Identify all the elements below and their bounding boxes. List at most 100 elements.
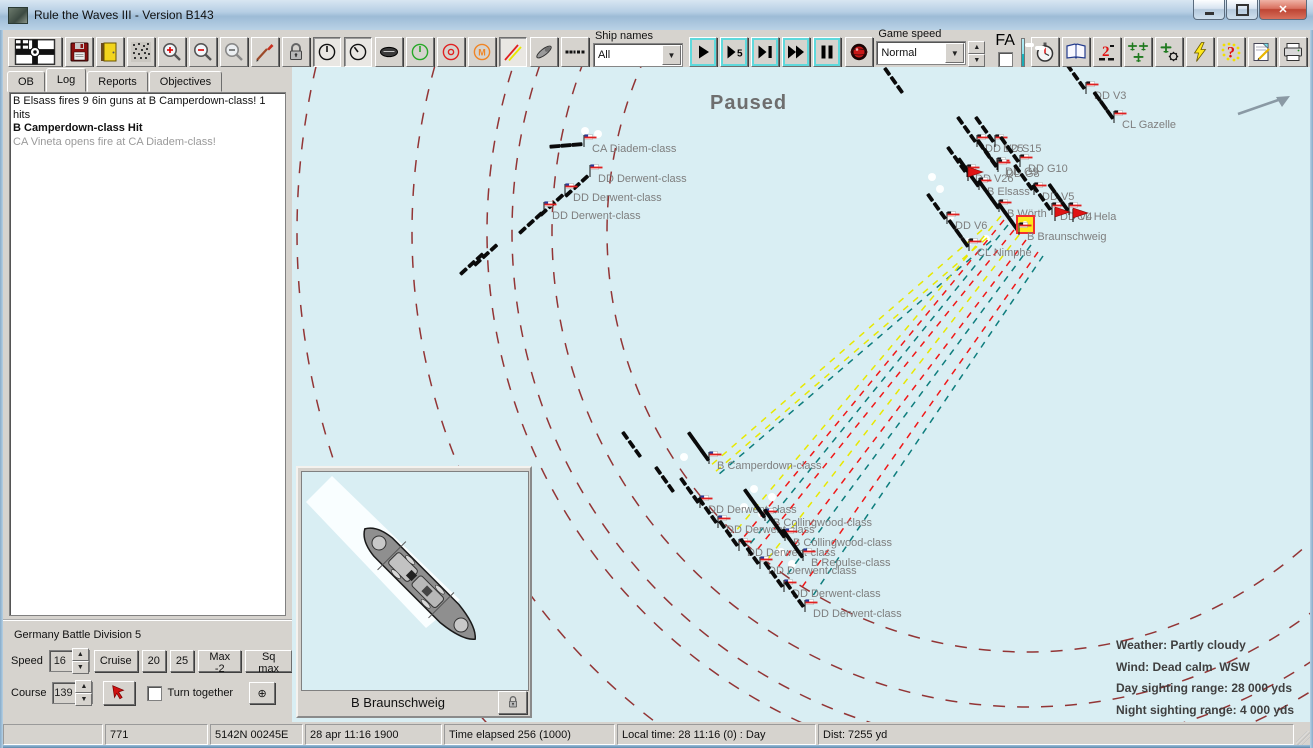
ship-label: B Elsass — [987, 186, 1030, 198]
turn-together-checkbox[interactable] — [147, 685, 163, 701]
tab-objectives[interactable]: Objectives — [148, 71, 223, 92]
ship-label: DD Derwent-class — [598, 173, 687, 185]
course-spinner[interactable]: 139 ▲ ▼ — [52, 680, 94, 706]
pause-icon — [815, 40, 839, 64]
pause-button[interactable] — [813, 37, 842, 67]
timer-button[interactable] — [1031, 37, 1060, 67]
speed-button-25[interactable]: 25 — [169, 650, 195, 672]
retreat-button[interactable] — [1093, 37, 1122, 67]
smoke-puff — [768, 493, 776, 501]
resize-grip[interactable] — [1296, 731, 1310, 745]
zoom-out-button[interactable] — [189, 37, 217, 67]
play-step-button[interactable] — [751, 37, 780, 67]
track-dots-toggle[interactable] — [561, 37, 590, 67]
ship-label: CL Gazelle — [1122, 119, 1176, 131]
weather-view-button[interactable] — [1020, 38, 1046, 67]
shell-splash-toggle[interactable] — [530, 37, 559, 67]
play-5-button[interactable] — [720, 37, 749, 67]
close-button[interactable]: ✕ — [1259, 0, 1307, 20]
target-sphere-icon[interactable] — [845, 37, 874, 67]
dropdown-arrow-icon[interactable]: ▼ — [661, 45, 681, 65]
circletilt-icon — [346, 40, 370, 64]
smoke-puff — [936, 185, 944, 193]
lock-view-button[interactable] — [282, 37, 310, 67]
ship-label: DD Derwent-class — [813, 608, 902, 620]
speed-button-20[interactable]: 20 — [141, 650, 166, 672]
weather-line: Day sighting range: 28 000 yds — [1115, 681, 1293, 695]
fast-forward-button[interactable] — [782, 37, 811, 67]
set-course-button[interactable] — [103, 681, 136, 705]
maximize-icon — [1235, 3, 1249, 16]
ship-inset-view — [301, 471, 529, 691]
book-icon — [1064, 40, 1088, 64]
fa-checkbox[interactable] — [997, 52, 1013, 67]
exit-door-button[interactable] — [96, 37, 124, 67]
signal-button[interactable] — [127, 37, 155, 67]
speed-button-cruise[interactable]: Cruise — [93, 650, 138, 672]
title-bar[interactable]: Rule the Waves III - Version B143 ✕ — [0, 0, 1313, 31]
weather-line: Weather: Partly cloudy — [1115, 638, 1246, 652]
ship-label: DD Derwent-class — [726, 524, 815, 536]
ellipse-icon — [377, 40, 401, 64]
play5-icon — [722, 40, 746, 64]
status-cell-id: 771 — [105, 724, 208, 745]
shell-tracer-toggle[interactable] — [499, 37, 528, 67]
app-window: Rule the Waves III - Version B143 ✕ Ship… — [0, 0, 1313, 748]
ship-top-view — [363, 527, 476, 640]
dropdown-arrow-icon[interactable]: ▼ — [945, 43, 965, 63]
flag-icon — [12, 39, 58, 65]
question-icon — [1219, 40, 1243, 64]
ship-label: CA Diadem-class — [592, 143, 677, 155]
help-button[interactable] — [1217, 37, 1246, 67]
circlegreen-icon — [408, 40, 432, 64]
ship-label: DD Derwent-class — [768, 565, 857, 577]
tab-log[interactable]: Log — [45, 68, 87, 92]
ship-names-label: Ship names — [594, 30, 654, 42]
battle-log[interactable]: B Elsass fires 9 6in guns at B Camperdow… — [9, 92, 286, 616]
tab-reports[interactable]: Reports — [87, 71, 148, 92]
compass-button[interactable]: ⊕ — [249, 682, 276, 704]
maggray-icon — [222, 40, 246, 64]
bearing-circle-toggle[interactable] — [344, 37, 373, 67]
smoke-puff — [928, 173, 936, 181]
damage-button[interactable] — [1186, 37, 1215, 67]
save-button[interactable] — [65, 37, 93, 67]
fa-block: FA — [995, 32, 1015, 67]
main-gun-range-toggle[interactable] — [468, 37, 497, 67]
red-range-toggle[interactable] — [437, 37, 466, 67]
close-icon: ✕ — [1278, 4, 1288, 16]
dither-icon — [129, 40, 153, 64]
brush-icon — [253, 40, 277, 64]
draw-tool-button[interactable] — [251, 37, 279, 67]
zoom-reset-button[interactable] — [220, 37, 248, 67]
torpedo-toggle[interactable] — [375, 37, 404, 67]
planes-icon — [1126, 40, 1150, 64]
minimize-button[interactable] — [1193, 0, 1225, 20]
window-border — [0, 30, 3, 748]
log-book-button[interactable] — [1062, 37, 1091, 67]
play-button[interactable] — [689, 37, 718, 67]
maximize-button[interactable] — [1226, 0, 1258, 20]
lightning-icon — [1188, 40, 1212, 64]
range-circle-toggle[interactable] — [313, 37, 342, 67]
ship-label: CL Nimphe — [977, 247, 1032, 259]
status-cell-position: 5142N 00245E — [210, 724, 303, 745]
speed-label: Speed — [11, 655, 43, 667]
notes-button[interactable] — [1248, 37, 1277, 67]
air-formation-button[interactable] — [1124, 37, 1153, 67]
ship-names-dropdown[interactable]: All ▼ — [592, 43, 683, 67]
zoom-in-button[interactable] — [158, 37, 186, 67]
log-line: B Elsass fires 9 6in guns at B Camperdow… — [13, 95, 266, 121]
green-range-toggle[interactable] — [406, 37, 435, 67]
speed-button-max-2[interactable]: Max -2 — [198, 650, 242, 675]
air-ops-button[interactable] — [1155, 37, 1184, 67]
status-cell-date: 28 apr 11:16 1900 — [305, 724, 442, 745]
speed-spinner[interactable]: 16 ▲ ▼ — [48, 648, 90, 674]
speed-button-sq-max[interactable]: Sq max — [245, 650, 292, 675]
print-button[interactable] — [1279, 37, 1308, 67]
game-speed-spinner[interactable]: ▲ ▼ — [968, 41, 986, 67]
tab-ob[interactable]: OB — [7, 71, 45, 92]
inset-lock-button[interactable] — [498, 690, 527, 714]
german-ensign-button[interactable] — [8, 37, 62, 67]
game-speed-dropdown[interactable]: Normal ▼ — [876, 41, 967, 65]
